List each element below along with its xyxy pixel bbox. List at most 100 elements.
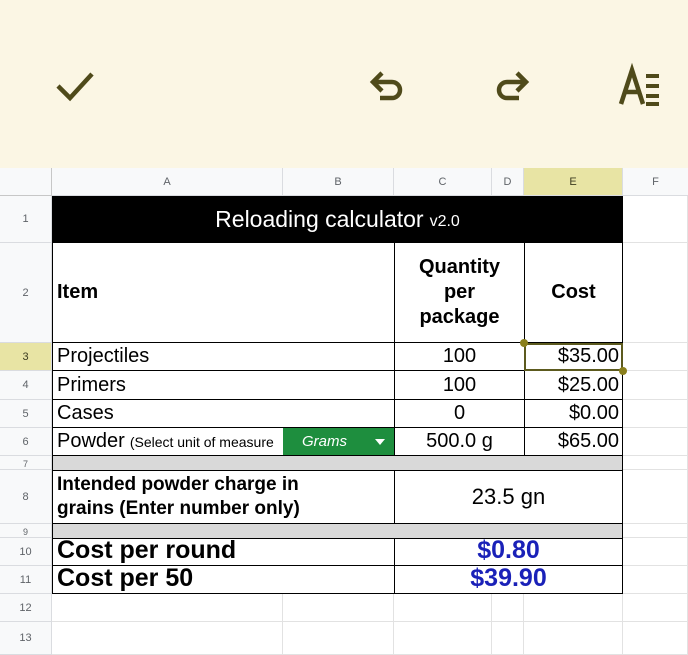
cell-f12[interactable] [623,594,688,622]
confirm-button[interactable] [44,56,104,116]
item-quantity-cell[interactable]: 100 [394,371,524,400]
select-all-corner[interactable] [0,168,52,196]
header-cost: Cost [551,281,596,303]
sheet-title-cell[interactable]: Reloading calculator v2.0 [52,196,623,243]
edit-toolbar [0,0,688,168]
cell-c12[interactable] [394,594,492,622]
cell-e13[interactable] [524,622,623,655]
column-header-d[interactable]: D [492,168,524,196]
cell-f9[interactable] [623,524,688,538]
cell-b12[interactable] [283,594,394,622]
item-name: Projectiles [57,345,150,367]
row-header-8[interactable]: 8 [0,470,52,524]
cell-e12[interactable] [524,594,623,622]
item-quantity: 100 [442,373,477,396]
item-cost: $0.00 [568,402,619,424]
cell-f8[interactable] [623,470,688,524]
cell-f10[interactable] [623,538,688,566]
text-format-button[interactable] [609,56,669,116]
undo-button[interactable] [356,56,416,116]
cost-per-round-label: Cost per round [57,536,237,564]
row-header-11[interactable]: 11 [0,566,52,594]
item-quantity: 100 [442,345,477,367]
sheet-title: Reloading calculator [215,206,424,232]
item-cost: $35.00 [557,345,619,367]
cell-f7[interactable] [623,456,688,470]
cell-c13[interactable] [394,622,492,655]
spreadsheet-grid: A B C D E F 1 2 3 4 5 6 7 8 9 10 11 12 1… [0,168,688,655]
charge-value: 23.5 gn [471,484,546,509]
redo-button[interactable] [483,56,543,116]
cell-b13[interactable] [283,622,394,655]
cell-f4[interactable] [623,371,688,400]
item-quantity-cell[interactable]: 100 [394,343,524,371]
column-header-f[interactable]: F [623,168,688,196]
cell-f1[interactable] [623,196,688,243]
cell-d13[interactable] [492,622,524,655]
unit-dropdown-value: Grams [302,433,347,450]
row-header-2[interactable]: 2 [0,243,52,343]
unit-dropdown[interactable]: Grams [283,428,394,456]
cost-per-round-value-cell[interactable]: $0.80 [394,538,623,566]
item-quantity-cell[interactable]: 0 [394,400,524,428]
cell-f2[interactable] [623,243,688,343]
row-header-6[interactable]: 6 [0,428,52,456]
cost-per-50-label: Cost per 50 [57,566,194,592]
header-quantity-cell[interactable]: Quantity per package [394,243,524,343]
cost-per-50-value: $39.90 [470,566,547,592]
item-cost: $25.00 [557,373,619,396]
row-header-3[interactable]: 3 [0,343,52,371]
row-header-4[interactable]: 4 [0,371,52,400]
item-name-cell[interactable]: Projectiles [52,343,394,371]
charge-value-cell[interactable]: 23.5 gn [394,470,623,524]
separator-row[interactable] [52,456,623,470]
check-icon [56,72,94,102]
header-quantity: Quantity per package [418,256,501,328]
cost-per-round-label-cell[interactable]: Cost per round [52,536,394,566]
item-cost-cell[interactable]: $35.00 [524,343,623,371]
header-cost-cell[interactable]: Cost [524,243,623,343]
item-name: Cases [57,402,114,424]
row-header-12[interactable]: 12 [0,594,52,622]
cell-f5[interactable] [623,400,688,428]
item-cost-cell[interactable]: $65.00 [524,428,623,456]
cell-f11[interactable] [623,566,688,594]
cost-per-50-value-cell[interactable]: $39.90 [394,566,623,594]
header-item-cell[interactable]: Item [52,243,394,343]
selection-handle-top-left[interactable] [520,339,528,347]
row-header-10[interactable]: 10 [0,538,52,566]
charge-label-cell[interactable]: Intended powder charge in grains (Enter … [52,470,394,524]
item-name: Primers [57,373,126,396]
selection-handle-bottom-right[interactable] [619,367,627,375]
item-name-cell[interactable]: Cases [52,400,394,428]
row-header-1[interactable]: 1 [0,196,52,243]
row-header-5[interactable]: 5 [0,400,52,428]
item-quantity-cell[interactable]: 500.0 g [394,428,524,456]
unit-instruction: (Select unit of measure [129,433,274,450]
row-header-9[interactable]: 9 [0,524,52,538]
column-header-b[interactable]: B [283,168,394,196]
charge-label: Intended powder charge in grains (Enter … [57,474,300,519]
item-name-cell[interactable]: Primers [52,371,394,400]
cell-f6[interactable] [623,428,688,456]
row-header-13[interactable]: 13 [0,622,52,655]
column-header-e[interactable]: E [524,168,623,196]
cell-f3[interactable] [623,343,688,371]
item-name-cell[interactable]: Powder (Select unit of measure [52,428,283,456]
item-cost-cell[interactable]: $25.00 [524,371,623,400]
cell-a13[interactable] [52,622,283,655]
cost-per-50-label-cell[interactable]: Cost per 50 [52,566,394,594]
cell-a12[interactable] [52,594,283,622]
cell-d12[interactable] [492,594,524,622]
undo-icon [369,71,403,101]
cell-f13[interactable] [623,622,688,655]
item-cost-cell[interactable]: $0.00 [524,400,623,428]
item-quantity: 0 [453,402,466,424]
row-header-7[interactable]: 7 [0,456,52,470]
column-header-c[interactable]: C [394,168,492,196]
item-name: Powder [57,430,125,452]
caret-down-icon [375,438,385,445]
column-header-a[interactable]: A [52,168,283,196]
sheet-version: v2.0 [429,212,460,230]
item-quantity: 500.0 g [426,430,493,452]
